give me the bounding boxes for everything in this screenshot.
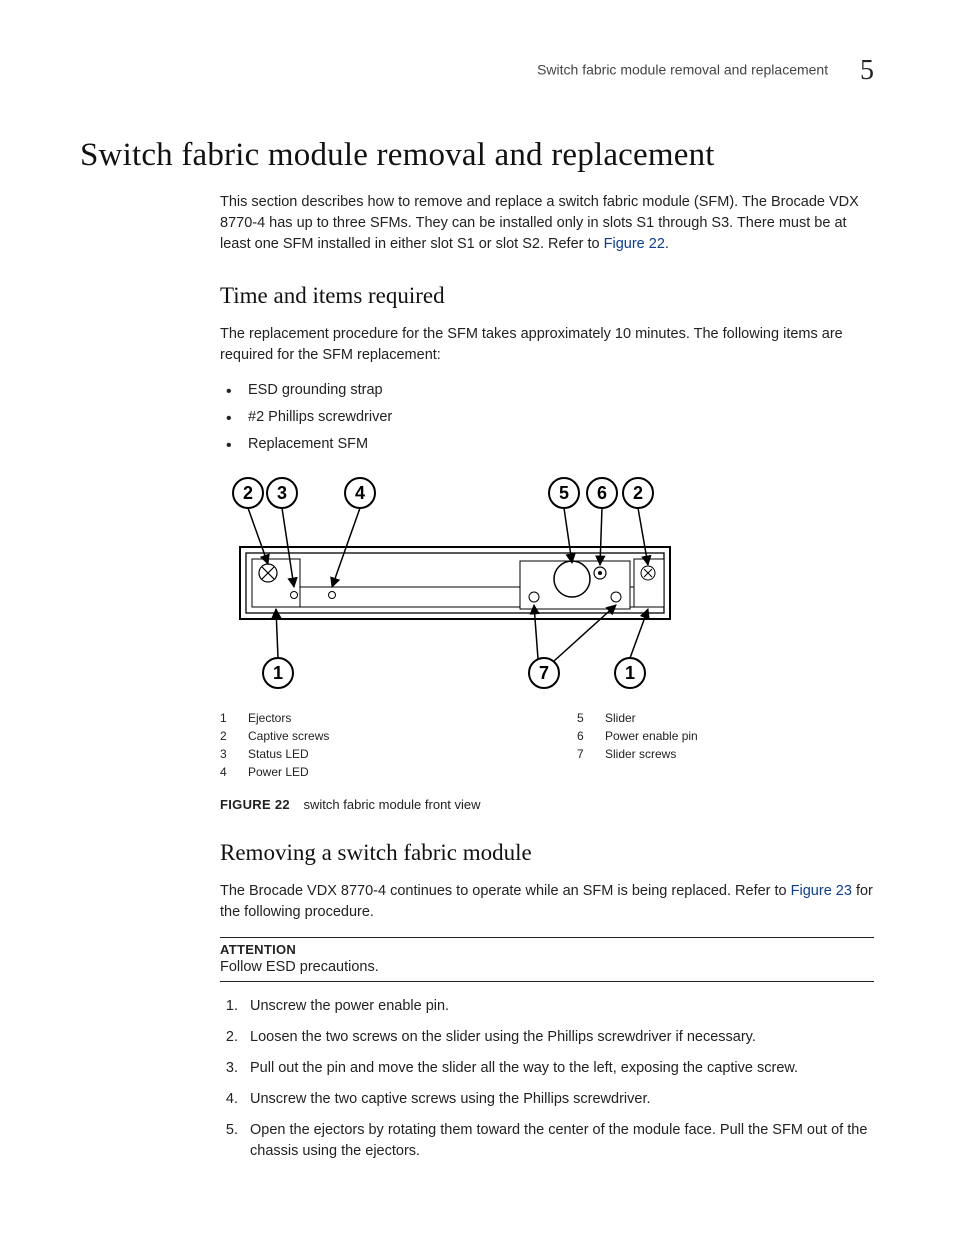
attention-text: Follow ESD precautions. [220, 959, 874, 975]
chapter-number: 5 [860, 55, 874, 87]
legend-col-left: 1Ejectors 2Captive screws 3Status LED 4P… [220, 707, 517, 783]
figure-legend: 1Ejectors 2Captive screws 3Status LED 4P… [220, 707, 874, 783]
running-header: Switch fabric module removal and replace… [80, 55, 874, 87]
figure-23-link[interactable]: Figure 23 [791, 883, 852, 899]
intro-text-2: . [665, 236, 669, 252]
page: Switch fabric module removal and replace… [0, 0, 954, 1235]
list-item: Unscrew the two captive screws using the… [242, 1089, 874, 1110]
figure-22-link[interactable]: Figure 22 [604, 236, 665, 252]
attention-block: ATTENTION Follow ESD precautions. [220, 937, 874, 982]
legend-col-right: 5Slider 6Power enable pin 7Slider screws [577, 707, 874, 783]
svg-text:2: 2 [243, 483, 253, 503]
figure-label: FIGURE 22 [220, 797, 290, 812]
svg-text:5: 5 [559, 483, 569, 503]
list-item: Unscrew the power enable pin. [242, 996, 874, 1017]
svg-text:1: 1 [625, 663, 635, 683]
figure-caption-text: switch fabric module front view [304, 797, 481, 812]
time-items-section: Time and items required The replacement … [220, 283, 874, 1162]
list-item: Loosen the two screws on the slider usin… [242, 1027, 874, 1048]
required-items-list: ESD grounding strap #2 Phillips screwdri… [220, 380, 874, 455]
list-item: Open the ejectors by rotating them towar… [242, 1120, 874, 1162]
time-items-para: The replacement procedure for the SFM ta… [220, 324, 874, 366]
running-title: Switch fabric module removal and replace… [537, 62, 828, 78]
svg-text:1: 1 [273, 663, 283, 683]
svg-text:3: 3 [277, 483, 287, 503]
svg-text:2: 2 [633, 483, 643, 503]
figure-caption: FIGURE 22 switch fabric module front vie… [220, 797, 874, 812]
procedure-steps: Unscrew the power enable pin. Loosen the… [220, 996, 874, 1162]
sfm-front-view-diagram: 2 3 4 5 6 2 1 7 1 [220, 469, 690, 699]
list-item: Replacement SFM [220, 434, 874, 455]
intro-paragraph: This section describes how to remove and… [220, 192, 874, 255]
page-title: Switch fabric module removal and replace… [80, 137, 874, 174]
list-item: Pull out the pin and move the slider all… [242, 1058, 874, 1079]
list-item: ESD grounding strap [220, 380, 874, 401]
removing-para: The Brocade VDX 8770-4 continues to oper… [220, 881, 874, 923]
removing-heading: Removing a switch fabric module [220, 840, 874, 866]
list-item: #2 Phillips screwdriver [220, 407, 874, 428]
intro-text-1: This section describes how to remove and… [220, 194, 859, 252]
intro-section: This section describes how to remove and… [220, 192, 874, 255]
time-items-heading: Time and items required [220, 283, 874, 309]
attention-label: ATTENTION [220, 942, 874, 957]
svg-text:6: 6 [597, 483, 607, 503]
figure-22: 2 3 4 5 6 2 1 7 1 [220, 469, 874, 699]
svg-text:4: 4 [355, 483, 365, 503]
svg-text:7: 7 [539, 663, 549, 683]
